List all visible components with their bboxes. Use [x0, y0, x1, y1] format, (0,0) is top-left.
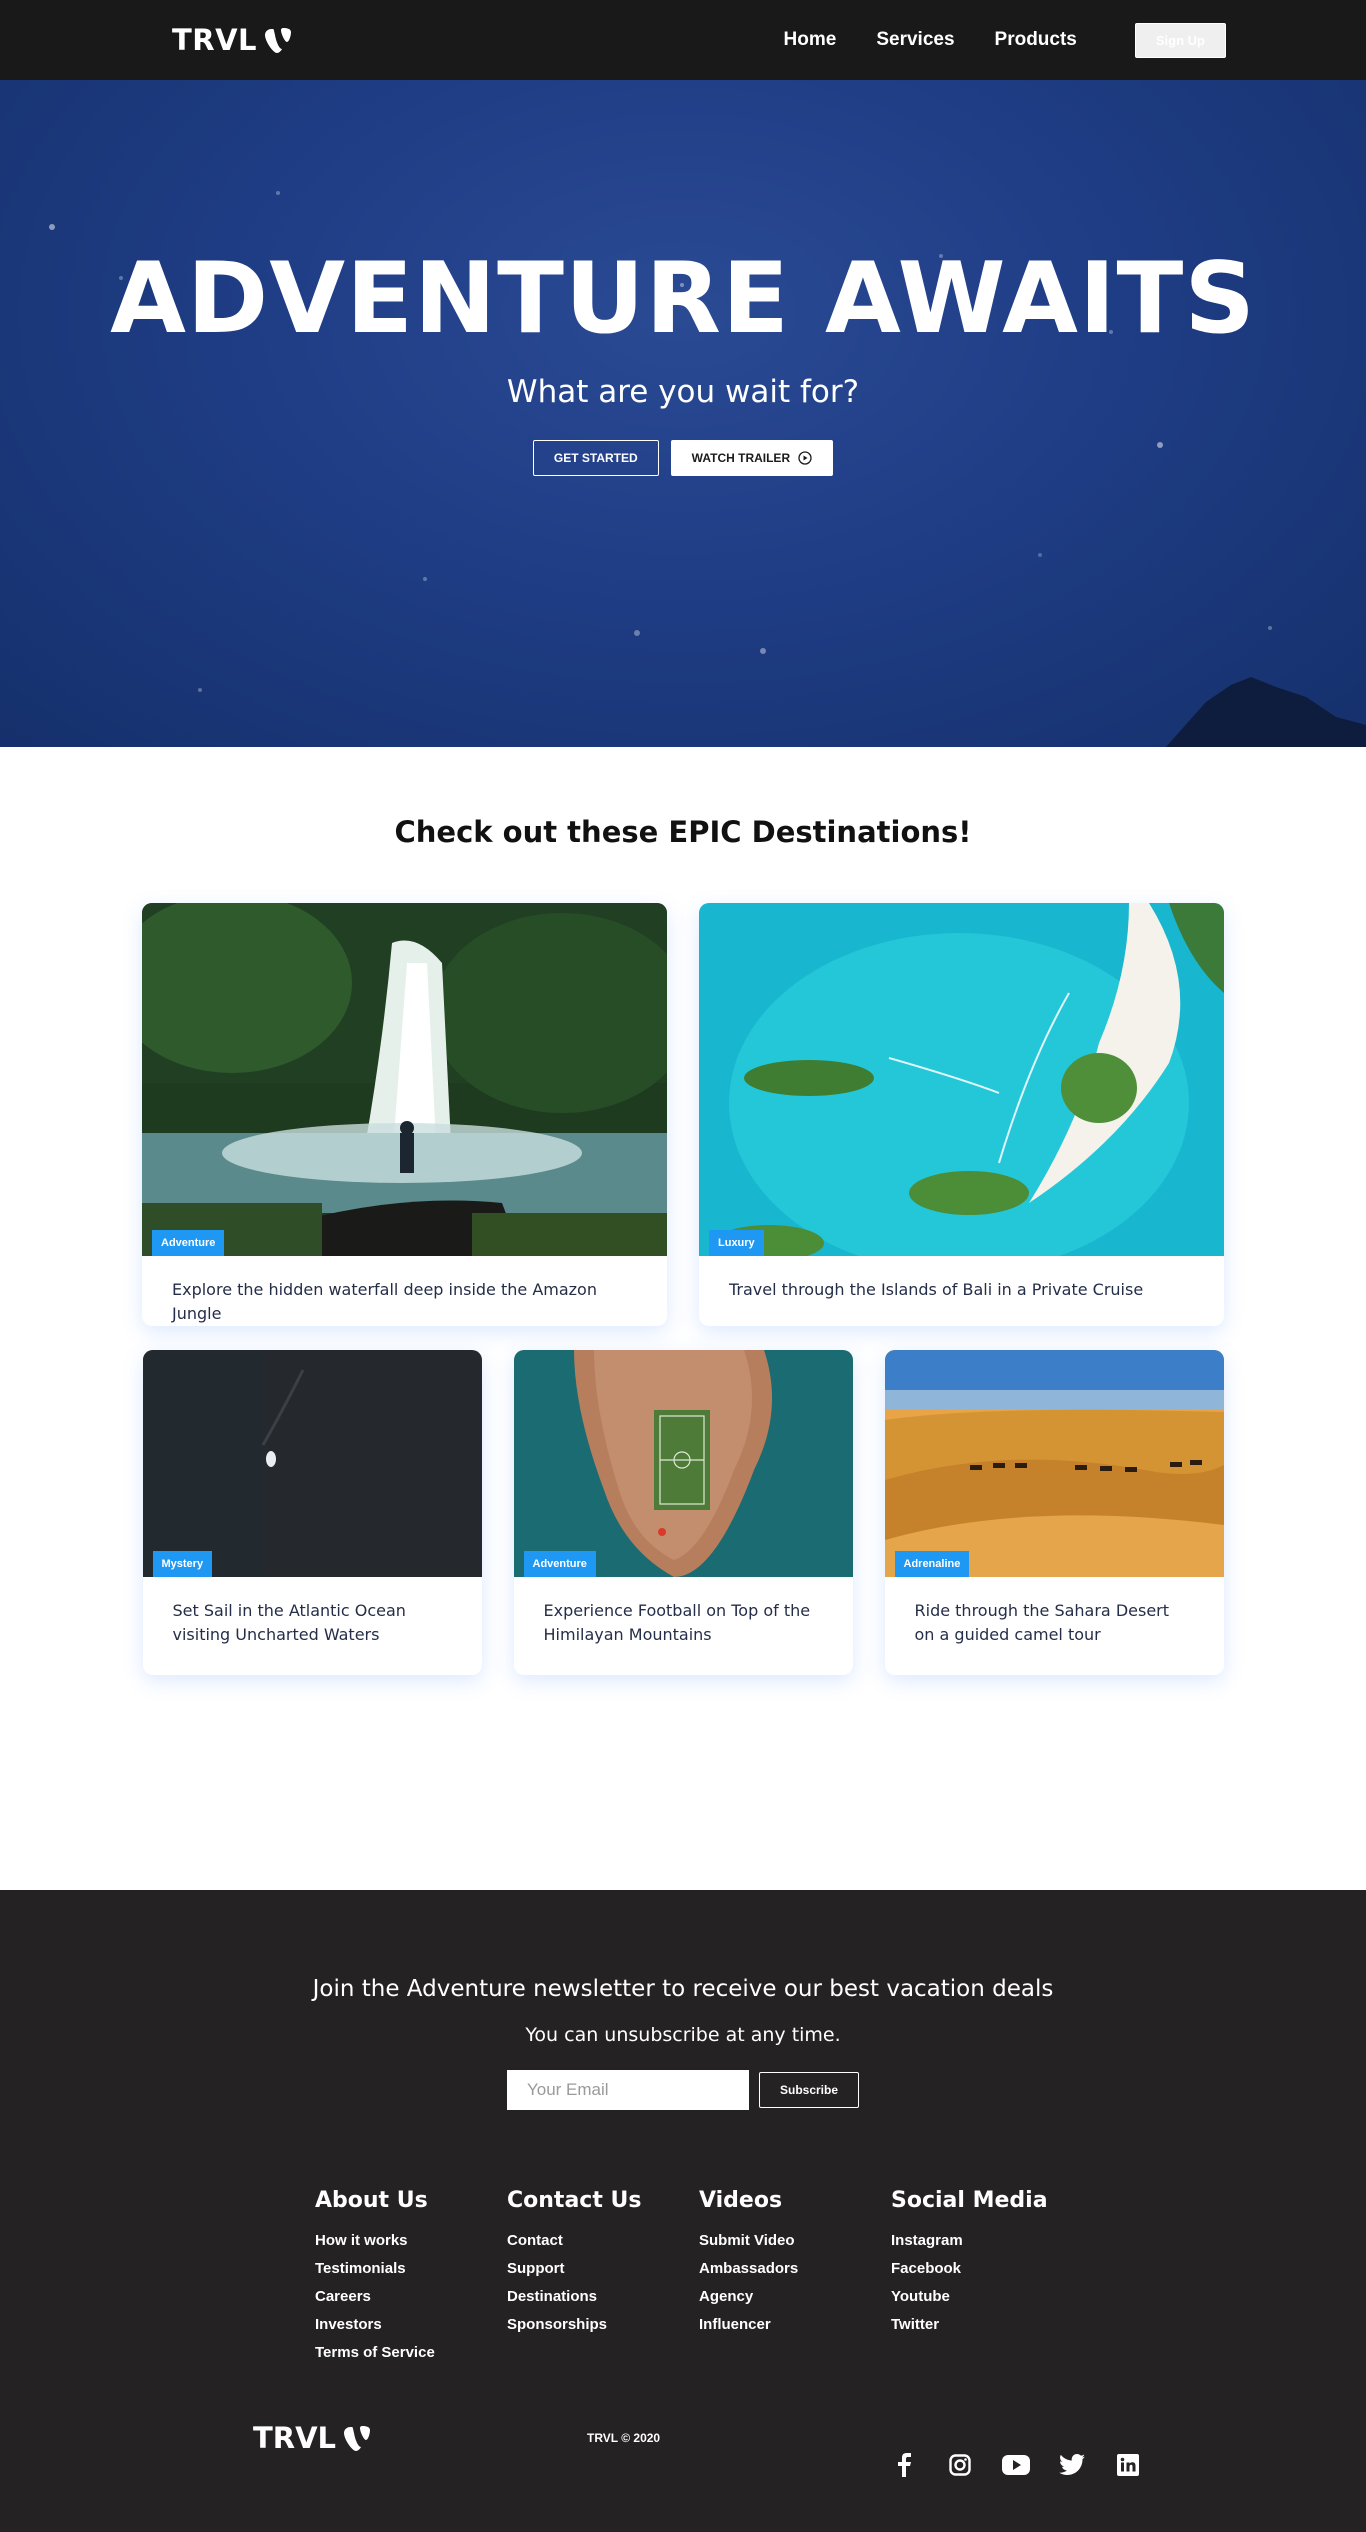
card-description: Ride through the Sahara Desert on a guid… — [914, 1601, 1170, 1644]
cards-row-1: Adventure Explore the hidden waterfall d… — [0, 903, 1366, 1326]
facebook-icon[interactable] — [888, 2452, 919, 2478]
card-description: Experience Football on Top of the Himila… — [543, 1601, 811, 1644]
hero-content: ADVENTURE AWAITS What are you wait for? … — [0, 80, 1366, 476]
typo3-logo-icon — [344, 2426, 371, 2451]
footer-link[interactable]: Investors — [315, 2311, 507, 2339]
footer-column-videos: Videos Submit Video Ambassadors Agency I… — [699, 2188, 891, 2367]
hero-buttons: GET STARTED WATCH TRAILER — [0, 440, 1366, 476]
footer-column-about: About Us How it works Testimonials Caree… — [315, 2188, 507, 2367]
card-image: Adventure — [142, 903, 667, 1256]
footer-link[interactable]: Support — [507, 2255, 699, 2283]
cards-row-2: Mystery Set Sail in the Atlantic Ocean v… — [0, 1350, 1366, 1675]
footer: Join the Adventure newsletter to receive… — [0, 1890, 1366, 2532]
desert-camels-image — [884, 1350, 1224, 1577]
linkedin-icon[interactable] — [1112, 2452, 1143, 2478]
footer-links: About Us How it works Testimonials Caree… — [0, 2188, 1366, 2367]
card-image: Luxury — [699, 903, 1224, 1256]
footer-logo[interactable]: TRVL — [253, 2421, 371, 2455]
category-badge: Mystery — [152, 1551, 213, 1577]
watch-trailer-button[interactable]: WATCH TRAILER — [670, 440, 834, 476]
destinations-section: Check out these EPIC Destinations! Adven… — [0, 747, 1366, 1890]
footer-link[interactable]: Facebook — [891, 2255, 1083, 2283]
footer-link[interactable]: Youtube — [891, 2283, 1083, 2311]
hero-section: ADVENTURE AWAITS What are you wait for? … — [0, 80, 1366, 747]
card-description: Set Sail in the Atlantic Ocean visiting … — [172, 1601, 406, 1644]
category-badge: Adventure — [152, 1230, 225, 1256]
category-badge: Luxury — [709, 1230, 764, 1256]
destinations-title: Check out these EPIC Destinations! — [394, 815, 972, 849]
email-input[interactable] — [506, 2070, 749, 2110]
card-image: Adventure — [513, 1350, 853, 1577]
social-icons — [888, 2452, 1143, 2478]
destination-card-waterfall[interactable]: Adventure Explore the hidden waterfall d… — [142, 903, 667, 1326]
youtube-icon[interactable] — [1000, 2452, 1031, 2478]
footer-column-title: About Us — [315, 2188, 428, 2213]
watch-trailer-label: WATCH TRAILER — [691, 451, 791, 465]
card-image: Mystery — [142, 1350, 482, 1577]
nav-services[interactable]: Services — [876, 29, 954, 51]
footer-link[interactable]: Ambassadors — [699, 2255, 891, 2283]
destination-card-sahara[interactable]: Adrenaline Ride through the Sahara Deser… — [884, 1350, 1224, 1675]
footer-link[interactable]: Careers — [315, 2283, 507, 2311]
footer-column-title: Videos — [699, 2188, 783, 2213]
footer-logo-text: TRVL — [253, 2421, 337, 2455]
footer-column-title: Contact Us — [507, 2188, 642, 2213]
card-description: Travel through the Islands of Bali in a … — [729, 1280, 1144, 1299]
footer-link[interactable]: Contact — [507, 2227, 699, 2255]
instagram-icon[interactable] — [944, 2452, 975, 2478]
waterfall-image — [142, 903, 667, 1256]
destination-card-atlantic[interactable]: Mystery Set Sail in the Atlantic Ocean v… — [142, 1350, 482, 1675]
footer-column-contact: Contact Us Contact Support Destinations … — [507, 2188, 699, 2367]
footer-column-social: Social Media Instagram Facebook Youtube … — [891, 2188, 1083, 2367]
island-football-image — [513, 1350, 853, 1577]
footer-link[interactable]: How it works — [315, 2227, 507, 2255]
typo3-logo-icon — [265, 28, 292, 53]
footer-column-title: Social Media — [891, 2188, 1048, 2213]
footer-link[interactable]: Instagram — [891, 2227, 1083, 2255]
brand-logo[interactable]: TRVL — [172, 23, 292, 57]
copyright-text: TRVL © 2020 — [587, 2431, 661, 2445]
navbar: TRVL Home Services Products Sign Up — [0, 0, 1366, 80]
newsletter-heading: Join the Adventure newsletter to receive… — [312, 1976, 1054, 2002]
card-description: Explore the hidden waterfall deep inside… — [172, 1280, 597, 1323]
footer-link[interactable]: Influencer — [699, 2311, 891, 2339]
ocean-boat-image — [142, 1350, 482, 1577]
twitter-icon[interactable] — [1056, 2452, 1087, 2478]
category-badge: Adventure — [523, 1551, 596, 1577]
footer-link[interactable]: Twitter — [891, 2311, 1083, 2339]
category-badge: Adrenaline — [894, 1551, 970, 1577]
nav-home[interactable]: Home — [784, 29, 837, 51]
subscribe-button[interactable]: Subscribe — [758, 2072, 860, 2108]
newsletter-subheading: You can unsubscribe at any time. — [525, 2024, 841, 2046]
hero-subtitle: What are you wait for? — [506, 374, 860, 410]
footer-link[interactable]: Terms of Service — [315, 2339, 507, 2367]
nav-products[interactable]: Products — [995, 29, 1077, 51]
footer-link[interactable]: Destinations — [507, 2283, 699, 2311]
destination-card-himalayan[interactable]: Adventure Experience Football on Top of … — [513, 1350, 853, 1675]
play-circle-icon — [798, 451, 812, 465]
footer-link[interactable]: Agency — [699, 2283, 891, 2311]
footer-link[interactable]: Testimonials — [315, 2255, 507, 2283]
logo-text: TRVL — [172, 23, 258, 57]
newsletter-form: Subscribe — [0, 2070, 1366, 2110]
get-started-button[interactable]: GET STARTED — [532, 440, 659, 476]
bali-islands-image — [699, 903, 1224, 1256]
footer-link[interactable]: Sponsorships — [507, 2311, 699, 2339]
destination-card-bali[interactable]: Luxury Travel through the Islands of Bal… — [699, 903, 1224, 1326]
main-nav: Home Services Products Sign Up — [744, 22, 1226, 58]
hero-mountain-silhouette — [1166, 677, 1366, 747]
signup-button[interactable]: Sign Up — [1134, 22, 1226, 58]
card-image: Adrenaline — [884, 1350, 1224, 1577]
hero-title: ADVENTURE AWAITS — [110, 242, 1256, 356]
footer-link[interactable]: Submit Video — [699, 2227, 891, 2255]
